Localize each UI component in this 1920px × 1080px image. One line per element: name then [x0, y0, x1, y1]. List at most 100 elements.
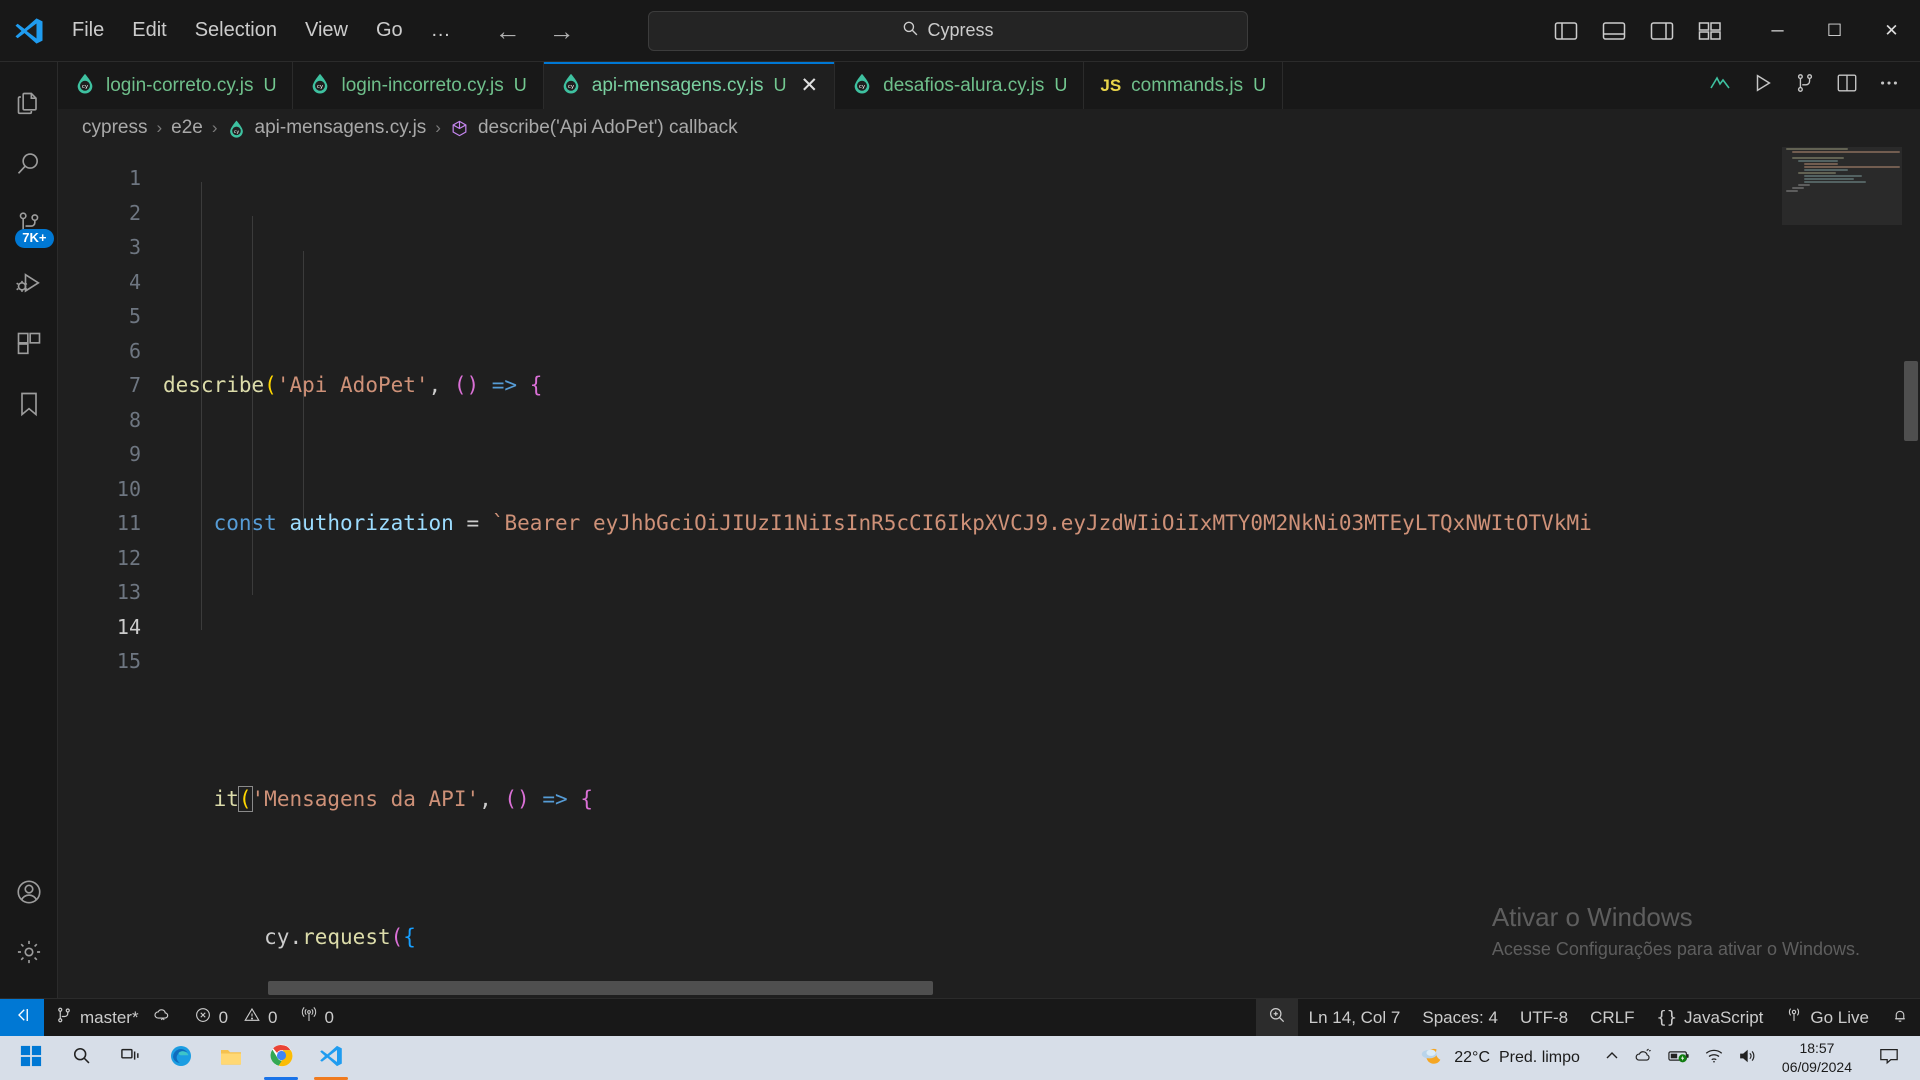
error-icon: [194, 1006, 212, 1029]
tab-label: commands.js: [1131, 74, 1244, 96]
line-number: 13: [116, 580, 141, 604]
files-icon: [15, 90, 43, 123]
chrome-icon: [269, 1043, 294, 1073]
code-token: cy: [264, 925, 290, 949]
arrow-right-icon[interactable]: →: [543, 16, 581, 46]
breadcrumb-item-file[interactable]: api-mensagens.cy.js: [255, 117, 427, 139]
editor-tab-login-incorreto[interactable]: cy login-incorreto.cy.js U: [293, 62, 544, 109]
menu-edit[interactable]: Edit: [118, 14, 180, 47]
split-editor-icon[interactable]: [1836, 72, 1858, 99]
radio-tower-icon: [300, 1006, 318, 1029]
breadcrumb-item-e2e[interactable]: e2e: [171, 117, 203, 139]
editor-tab-login-correto[interactable]: cy login-correto.cy.js U: [58, 62, 294, 109]
customize-layout-icon[interactable]: [1697, 20, 1723, 42]
code-token: `Bearer eyJhbGciOiJIUzI1NiIsInR5cCI6IkpX…: [491, 511, 1592, 535]
toggle-secondary-sidebar-icon[interactable]: [1649, 20, 1675, 42]
sidebar-item-source-control[interactable]: 7K+: [0, 196, 58, 256]
chrome-button[interactable]: [256, 1036, 306, 1080]
line-number: 8: [128, 407, 141, 432]
close-icon[interactable]: ✕: [801, 75, 819, 96]
cursor-position-button[interactable]: Ln 14, Col 7: [1298, 999, 1412, 1036]
minimap[interactable]: [1782, 147, 1902, 958]
cypress-icon: cy: [309, 72, 331, 100]
window-minimize-button[interactable]: ─: [1749, 0, 1806, 61]
chevron-up-icon[interactable]: [1604, 1048, 1620, 1069]
toggle-panel-icon[interactable]: [1601, 20, 1627, 42]
screencast-zoom-button[interactable]: [1255, 999, 1298, 1036]
indentation-button[interactable]: Spaces: 4: [1411, 999, 1509, 1036]
task-view-icon: [120, 1046, 142, 1071]
more-actions-icon[interactable]: [1878, 72, 1900, 99]
menu-more[interactable]: …: [417, 14, 465, 47]
menu-selection[interactable]: Selection: [181, 14, 291, 47]
notifications-button[interactable]: [1880, 999, 1920, 1036]
onedrive-icon[interactable]: [1634, 1047, 1654, 1070]
editor-tab-api-mensagens[interactable]: cy api-mensagens.cy.js U ✕: [543, 62, 836, 109]
problems-button[interactable]: 0 0: [183, 999, 289, 1036]
menu-file[interactable]: File: [58, 14, 118, 47]
go-live-button[interactable]: Go Live: [1774, 999, 1880, 1036]
window-maximize-button[interactable]: ☐: [1806, 0, 1863, 61]
eol-button[interactable]: CRLF: [1579, 999, 1645, 1036]
encoding-button[interactable]: UTF-8: [1509, 999, 1579, 1036]
arrow-left-icon[interactable]: ←: [489, 16, 527, 46]
js-icon: JS: [1100, 75, 1122, 95]
editor-tab-desafios-alura[interactable]: cy desafios-alura.cy.js U: [835, 62, 1085, 109]
notifications-center-button[interactable]: [1864, 1036, 1914, 1080]
minimap-slider[interactable]: [1782, 147, 1902, 225]
vertical-scrollbar-thumb[interactable]: [1904, 361, 1918, 441]
code-token: 'Mensagens da API': [251, 787, 480, 811]
search-icon: [15, 150, 43, 183]
command-center-search[interactable]: Cypress: [648, 10, 1248, 51]
code-editor[interactable]: 1 2 3 4 5 6 7 8 9 10 11 12 13 14 15 desc…: [58, 147, 1920, 998]
window-close-button[interactable]: ✕: [1863, 0, 1920, 61]
accounts-button[interactable]: [0, 864, 58, 924]
navigation-arrows: ← →: [489, 16, 581, 46]
svg-text:cy: cy: [568, 84, 575, 90]
wifi-icon[interactable]: [1704, 1048, 1724, 1069]
sidebar-item-search[interactable]: [0, 136, 58, 196]
weather-widget[interactable]: 22°C Pred. limpo: [1407, 1044, 1592, 1073]
code-line-5: cy.request({: [264, 925, 416, 949]
menu-view[interactable]: View: [291, 14, 362, 47]
vertical-scrollbar[interactable]: [1902, 147, 1920, 958]
horizontal-scrollbar[interactable]: [163, 978, 1782, 998]
battery-icon[interactable]: [1668, 1048, 1690, 1069]
file-explorer-button[interactable]: [206, 1036, 256, 1080]
menu-go[interactable]: Go: [362, 14, 417, 47]
code-lines[interactable]: describe('Api AdoPet', () => { const aut…: [163, 147, 1920, 978]
tab-label: login-correto.cy.js: [106, 74, 254, 96]
sidebar-item-run-and-debug[interactable]: [0, 256, 58, 316]
clock-time: 18:57: [1799, 1040, 1835, 1057]
task-view-button[interactable]: [106, 1036, 156, 1080]
volume-icon[interactable]: [1738, 1048, 1758, 1069]
cypress-icon: cy: [851, 72, 873, 100]
breadcrumb: cypress › e2e › cy api-mensagens.cy.js ›: [58, 109, 1920, 147]
sidebar-item-extensions[interactable]: [0, 316, 58, 376]
code-token: authorization: [289, 511, 454, 535]
remote-window-button[interactable]: [0, 999, 44, 1036]
vscode-button[interactable]: [306, 1036, 356, 1080]
manage-settings-button[interactable]: [0, 924, 58, 984]
clock-date: 06/09/2024: [1781, 1059, 1852, 1075]
code-token: describe: [163, 373, 265, 397]
run-play-icon[interactable]: [1752, 72, 1774, 99]
sidebar-item-bookmarks[interactable]: [0, 376, 58, 436]
source-control-branch-button[interactable]: master*: [44, 999, 183, 1036]
horizontal-scrollbar-thumb[interactable]: [268, 981, 933, 995]
line-number: 10: [116, 476, 141, 501]
edge-button[interactable]: [156, 1036, 206, 1080]
clock-widget[interactable]: 18:57 06/09/2024: [1770, 1039, 1864, 1077]
toggle-primary-sidebar-icon[interactable]: [1553, 20, 1579, 42]
start-button[interactable]: [6, 1036, 56, 1080]
language-mode-button[interactable]: {} JavaScript: [1646, 999, 1775, 1036]
taskbar-search-button[interactable]: [56, 1036, 106, 1080]
editor-tab-commands[interactable]: JS commands.js U: [1084, 62, 1284, 109]
ports-button[interactable]: 0: [289, 999, 345, 1036]
breadcrumb-item-cypress[interactable]: cypress: [82, 117, 147, 139]
split-source-control-icon[interactable]: [1794, 72, 1816, 99]
run-cypress-icon[interactable]: [1708, 71, 1732, 100]
sidebar-item-explorer[interactable]: [0, 76, 58, 136]
breadcrumb-item-symbol[interactable]: describe('Api AdoPet') callback: [478, 117, 738, 139]
line-number-gutter: 1 2 3 4 5 6 7 8 9 10 11 12 13 14 15: [58, 147, 163, 978]
